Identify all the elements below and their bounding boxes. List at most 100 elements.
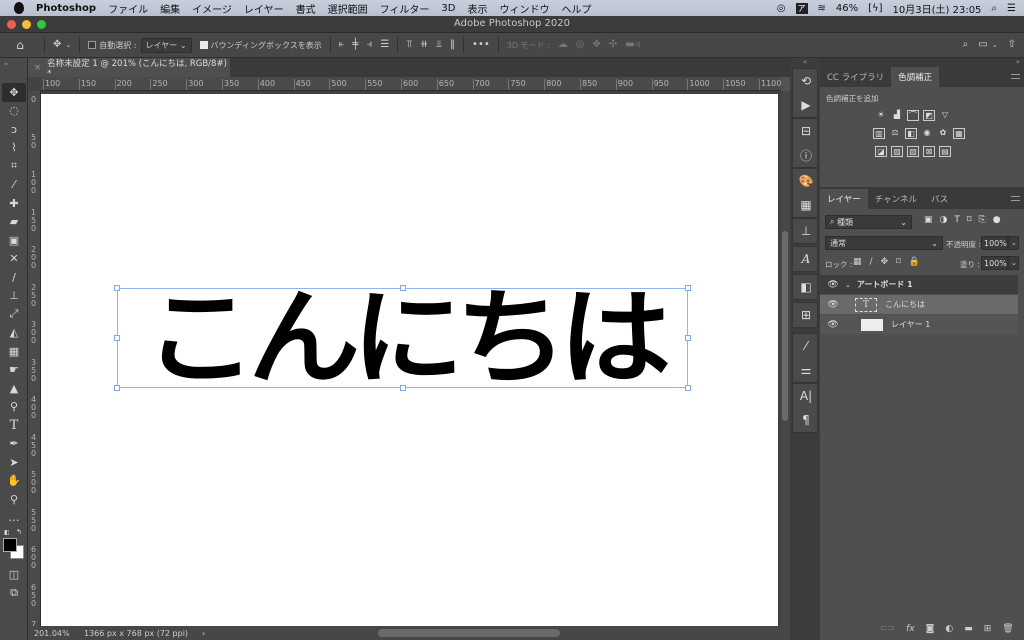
link-layers-icon[interactable]: ⊂⊃ [880, 624, 895, 634]
clone-stamp-tool[interactable]: ⊥ [0, 287, 28, 306]
checkbox-box[interactable] [88, 41, 97, 49]
move-tool[interactable]: ✥ [2, 83, 26, 102]
color-balance-icon[interactable]: ⚖ [889, 128, 901, 139]
lock-all-icon[interactable]: 🔒 [909, 257, 920, 267]
blend-mode-dropdown[interactable]: 通常 ⌄ [825, 236, 943, 250]
collapse-dock-icon[interactable]: « [790, 58, 820, 66]
filter-type-icon[interactable]: T [954, 215, 960, 225]
lock-image-icon[interactable]: / [870, 257, 873, 267]
handle-top-right[interactable] [685, 285, 691, 291]
curves-icon[interactable]: ⌒ [907, 110, 919, 121]
history-icon[interactable]: ⟲ [793, 69, 819, 93]
text-layer-thumbnail-icon[interactable]: T [855, 297, 877, 312]
clone-source-icon[interactable]: ⊥ [793, 219, 819, 243]
layer-filter-dropdown[interactable]: ⌕ 種類 ⌄ [825, 215, 912, 229]
photo-filter-icon[interactable]: ◉ [921, 128, 933, 139]
align-vertical-center-icon[interactable]: ⧺ [420, 39, 428, 51]
ruler-origin[interactable] [28, 77, 41, 91]
content-aware-move-tool[interactable]: ✕ [0, 250, 28, 269]
visibility-eye-icon[interactable]: 👁 [825, 320, 841, 330]
channel-mixer-icon[interactable]: ✿ [937, 128, 949, 139]
tab-channels[interactable]: チャンネル [868, 189, 924, 209]
layer-row-artboard[interactable]: 👁 ⌄ アートボード 1 [820, 275, 1018, 294]
add-mask-icon[interactable]: ◙ [926, 624, 935, 634]
opacity-chevron-icon[interactable]: ⌄ [1008, 236, 1019, 250]
lock-transparent-icon[interactable]: ▦ [853, 257, 862, 267]
menu-edit[interactable]: 編集 [154, 1, 186, 16]
sharpen-tool[interactable]: ▲ [0, 379, 28, 398]
handle-right[interactable] [685, 335, 691, 341]
workspace-chevron-icon[interactable]: ⌄ [992, 39, 998, 51]
document-tab[interactable]: × 名称未設定 1 @ 201% (こんにちは, RGB/8#) * [28, 58, 230, 79]
align-top-icon[interactable]: ⫪ [406, 39, 412, 51]
menu-image[interactable]: イメージ [186, 1, 238, 16]
eyedropper-tool[interactable]: ⁄ [0, 176, 28, 195]
gradient-map-icon[interactable]: ▤ [939, 146, 951, 157]
move-tool-preset-icon[interactable]: ✥ [53, 39, 61, 51]
healing-brush-tool[interactable]: ✚ [0, 194, 28, 213]
hand-tool[interactable]: ✋ [0, 472, 28, 491]
tab-adjustments[interactable]: 色調補正 [891, 67, 940, 87]
vertical-scroll-thumb[interactable] [782, 231, 788, 421]
eraser-tool[interactable]: ◭ [0, 324, 28, 343]
vibrance-icon[interactable]: ▽ [939, 110, 951, 121]
battery-icon[interactable]: [ϟ] [868, 3, 882, 14]
menu-select[interactable]: 選択範囲 [322, 1, 374, 16]
quick-mask-icon[interactable]: ◫ [0, 565, 28, 584]
lock-position-icon[interactable]: ✥ [881, 257, 889, 267]
new-layer-icon[interactable]: ⊞ [984, 624, 992, 634]
checkbox-checked[interactable] [199, 41, 208, 49]
history-brush-tool[interactable]: ⤢ [0, 305, 28, 324]
handle-top-left[interactable] [114, 285, 120, 291]
panel-menu-icon[interactable] [1011, 74, 1020, 79]
selective-color-icon[interactable]: ⊠ [923, 146, 935, 157]
tab-layers[interactable]: レイヤー [820, 189, 868, 209]
share-icon[interactable]: ⇧ [1008, 39, 1016, 51]
tab-paths[interactable]: パス [924, 189, 955, 209]
gradients-icon[interactable]: ◧ [793, 275, 819, 299]
gradient-tool[interactable]: ▦ [0, 342, 28, 361]
brushes-icon[interactable]: ⁄ [793, 334, 819, 358]
zoom-tool[interactable]: ⚲ [0, 490, 28, 509]
3d-slide-icon[interactable]: ✣ [609, 39, 617, 51]
fill-chevron-icon[interactable]: ⌄ [1008, 256, 1019, 270]
align-left-icon[interactable]: ⫦ [339, 39, 345, 51]
3d-orbit-icon[interactable]: ☁ [558, 39, 568, 51]
swap-colors-icon[interactable]: ↰ [16, 528, 22, 536]
smudge-tool[interactable]: ☛ [0, 361, 28, 380]
levels-icon[interactable]: ▟ [891, 110, 903, 121]
brush-settings-icon[interactable]: ⚌ [793, 358, 819, 382]
foreground-color-swatch[interactable] [3, 538, 17, 552]
glyphs-icon[interactable]: A [793, 247, 819, 271]
invert-icon[interactable]: ◪ [875, 146, 887, 157]
filter-toggle-icon[interactable]: ● [993, 215, 1001, 225]
posterize-icon[interactable]: ▨ [891, 146, 903, 157]
actions-play-icon[interactable]: ▶ [793, 93, 819, 117]
character-icon[interactable]: A| [793, 384, 819, 408]
delete-layer-icon[interactable]: 🗑 [1002, 624, 1013, 634]
visibility-eye-icon[interactable]: 👁 [825, 300, 841, 310]
layer-row-text[interactable]: 👁 T こんにちは [820, 295, 1018, 314]
layer-style-fx-icon[interactable]: fx [906, 624, 915, 634]
3d-roll-icon[interactable]: ◎ [576, 39, 585, 51]
menu-view[interactable]: 表示 [461, 1, 493, 16]
brush-tool[interactable]: / [0, 268, 28, 287]
handle-left[interactable] [114, 335, 120, 341]
fill-input[interactable]: 100% [981, 256, 1008, 270]
layers-panel-menu-icon[interactable] [1011, 196, 1020, 201]
status-expand-icon[interactable]: › [202, 629, 205, 638]
menu-window[interactable]: ウィンドウ [493, 1, 555, 16]
pen-tool[interactable]: ✒ [0, 435, 28, 454]
handle-bottom-right[interactable] [685, 385, 691, 391]
auto-select-target-dropdown[interactable]: レイヤー ⌄ [140, 37, 192, 53]
quick-select-tool[interactable]: ⌇ [0, 139, 28, 158]
layer-thumbnail[interactable] [861, 318, 883, 331]
bounding-box[interactable] [114, 285, 691, 391]
filter-shape-icon[interactable]: ⌑ [967, 215, 972, 225]
handle-top[interactable] [400, 285, 406, 291]
auto-select-checkbox[interactable]: 自動選択 : レイヤー ⌄ [84, 33, 195, 58]
close-tab-icon[interactable]: × [34, 63, 41, 73]
horizontal-scroll-thumb[interactable] [378, 629, 560, 637]
path-select-tool[interactable]: ➤ [0, 453, 28, 472]
apple-icon[interactable] [14, 2, 24, 14]
